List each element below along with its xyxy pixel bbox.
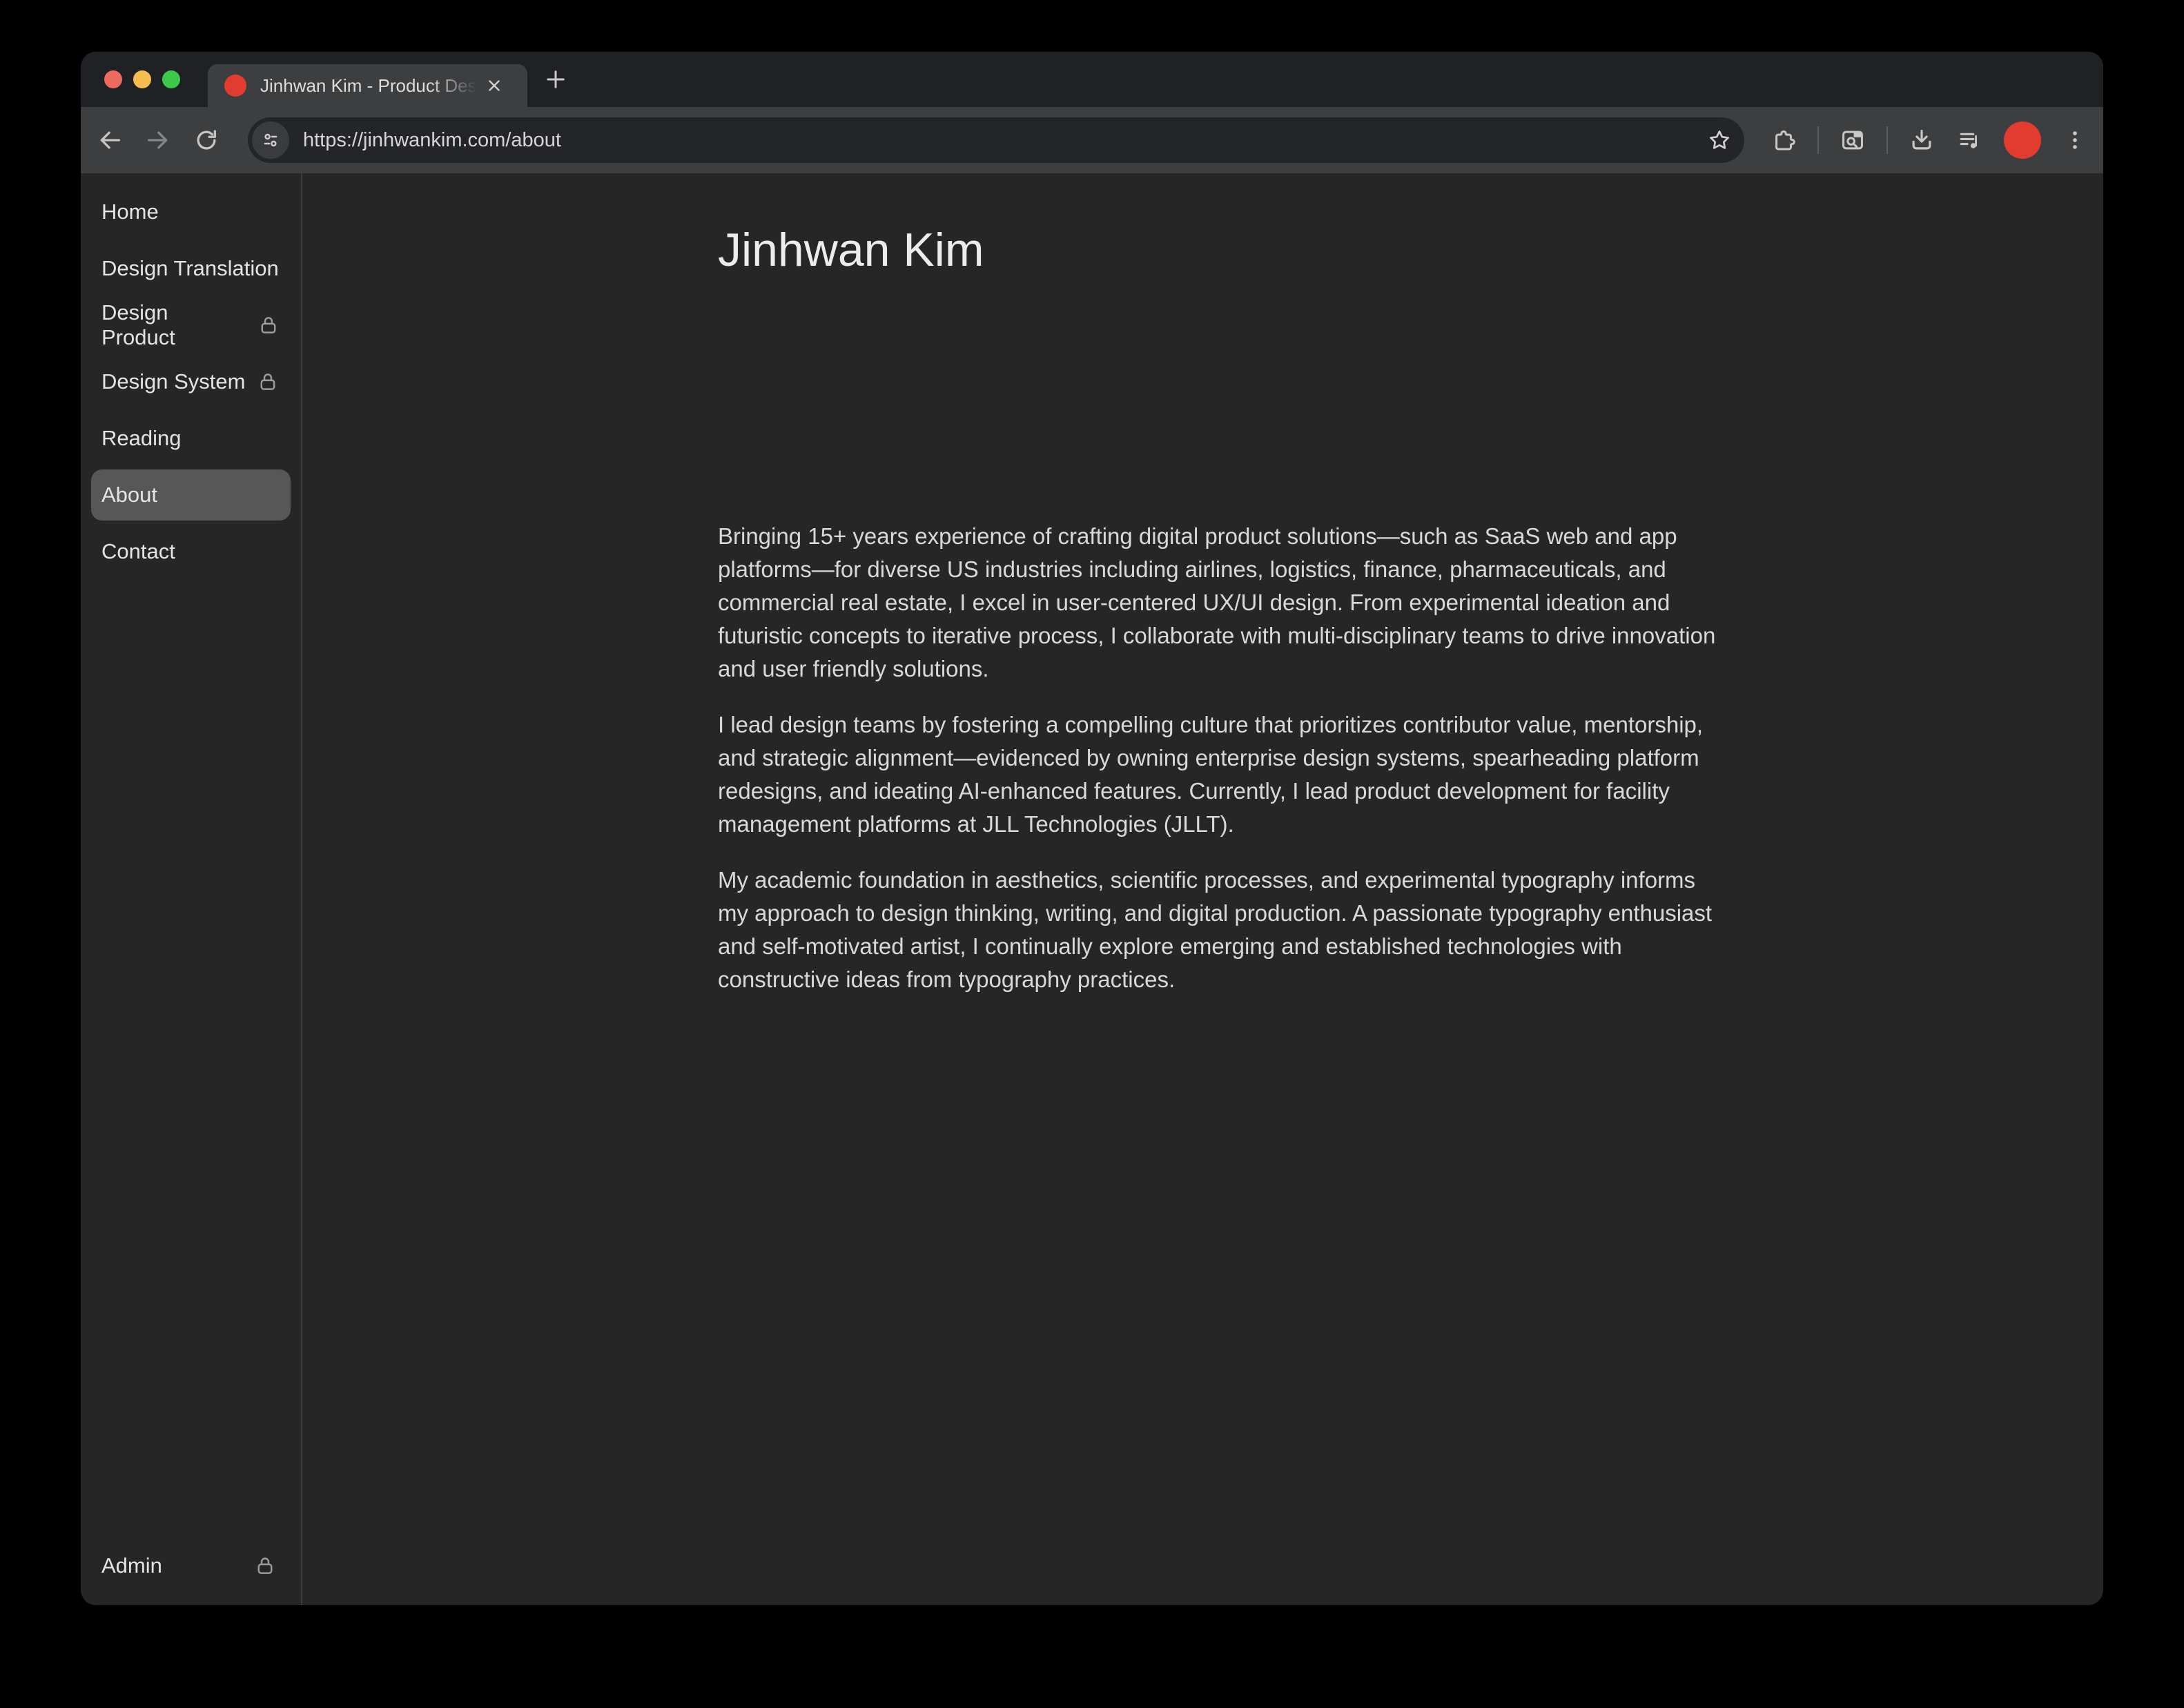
sidebar: Home Design Translation Design Product D… xyxy=(81,173,302,1605)
sidebar-item-design-product[interactable]: Design Product xyxy=(91,300,291,351)
sidebar-item-label: Design Product xyxy=(101,300,246,350)
lock-icon xyxy=(253,1554,277,1578)
back-button[interactable] xyxy=(95,125,125,155)
browser-window: Jinhwan Kim - Product Design https://jin… xyxy=(81,52,2103,1605)
page-title: Jinhwan Kim xyxy=(718,224,984,276)
bookmark-star-icon[interactable] xyxy=(1706,126,1733,154)
close-tab-icon[interactable] xyxy=(482,74,506,97)
close-window-button[interactable] xyxy=(104,70,122,88)
lock-icon xyxy=(257,313,280,337)
site-settings-icon[interactable] xyxy=(252,122,289,159)
tab-strip: Jinhwan Kim - Product Design xyxy=(81,52,2103,107)
sidebar-item-admin[interactable]: Admin xyxy=(91,1540,291,1591)
extensions-icon[interactable] xyxy=(1769,126,1798,155)
downloads-icon[interactable] xyxy=(1907,126,1936,155)
forward-button[interactable] xyxy=(143,125,173,155)
browser-toolbar: https://jinhwankim.com/about xyxy=(81,107,2103,173)
toolbar-separator xyxy=(1817,126,1819,154)
tab-search-icon[interactable] xyxy=(1838,126,1867,155)
bio-paragraph-3: My academic foundation in aesthetics, sc… xyxy=(718,864,1726,996)
sidebar-item-label: Design System xyxy=(101,369,245,394)
sidebar-item-contact[interactable]: Contact xyxy=(91,526,291,577)
new-tab-button[interactable] xyxy=(540,64,571,95)
menu-kebab-icon[interactable] xyxy=(2060,126,2089,155)
toolbar-actions xyxy=(1769,122,2089,159)
sidebar-item-label: Reading xyxy=(101,426,181,451)
sidebar-item-design-translation[interactable]: Design Translation xyxy=(91,243,291,294)
sidebar-item-label: About xyxy=(101,483,157,507)
sidebar-item-label: Contact xyxy=(101,539,175,564)
sidebar-item-home[interactable]: Home xyxy=(91,186,291,237)
tab-title-fade xyxy=(429,75,477,97)
lock-icon xyxy=(256,370,280,394)
browser-tab[interactable]: Jinhwan Kim - Product Design xyxy=(208,64,527,107)
toolbar-separator xyxy=(1886,126,1888,154)
reload-button[interactable] xyxy=(191,125,222,155)
address-bar[interactable]: https://jinhwankim.com/about xyxy=(248,117,1744,163)
url-text[interactable]: https://jinhwankim.com/about xyxy=(303,129,1706,152)
zoom-window-button[interactable] xyxy=(162,70,180,88)
main-content: Jinhwan Kim Bringing 15+ years experienc… xyxy=(302,173,2103,1605)
sidebar-item-reading[interactable]: Reading xyxy=(91,413,291,464)
bio-text: Bringing 15+ years experience of craftin… xyxy=(718,520,1726,1019)
media-controls-icon[interactable] xyxy=(1956,126,1985,155)
sidebar-item-design-system[interactable]: Design System xyxy=(91,356,291,407)
sidebar-item-label: Admin xyxy=(101,1553,162,1578)
sidebar-item-label: Home xyxy=(101,200,159,224)
bio-paragraph-2: I lead design teams by fostering a compe… xyxy=(718,708,1726,841)
minimize-window-button[interactable] xyxy=(133,70,151,88)
bio-paragraph-1: Bringing 15+ years experience of craftin… xyxy=(718,520,1726,686)
sidebar-item-about[interactable]: About xyxy=(91,469,291,521)
profile-avatar[interactable] xyxy=(2004,122,2041,159)
sidebar-item-label: Design Translation xyxy=(101,256,279,281)
window-controls xyxy=(104,70,180,88)
tab-title: Jinhwan Kim - Product Design xyxy=(260,75,477,97)
site-favicon-icon xyxy=(224,75,246,97)
